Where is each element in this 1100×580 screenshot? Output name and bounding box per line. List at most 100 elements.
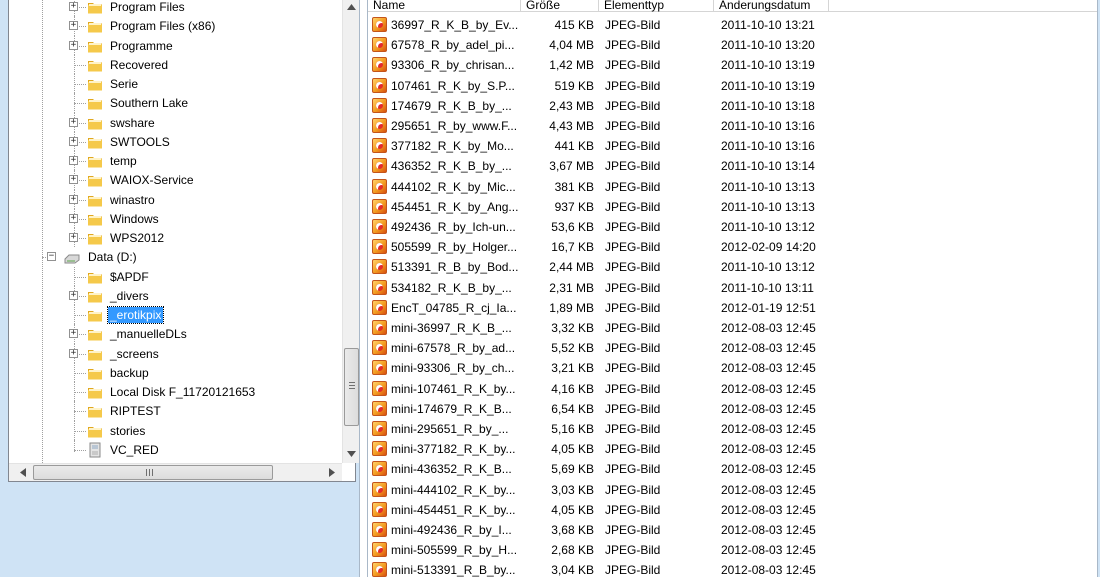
file-size: 415 KB (554, 18, 594, 32)
file-row[interactable]: 93306_R_by_chrisan... 1,42 MB JPEG-Bild 201… (368, 55, 1100, 75)
file-date: 2011-10-10 13:16 (721, 119, 815, 133)
file-date: 2012-08-03 12:45 (721, 361, 816, 376)
jpeg-file-icon (372, 158, 387, 174)
collapse-icon[interactable]: − (47, 252, 56, 262)
tree-item-label[interactable]: Programme (108, 38, 175, 54)
tree-vertical-scroll-thumb[interactable] (344, 348, 359, 426)
folder-tree: + Program Files + Program Files (x86) + Progr… (8, 0, 359, 482)
tree-item-label[interactable]: WPS2012 (108, 230, 166, 246)
file-row[interactable]: mini-513391_R_B_by... 3,04 KB JPEG-Bild 201… (368, 560, 1100, 580)
file-row[interactable]: mini-36997_R_K_B_... 3,32 KB JPEG-Bild 2012… (368, 318, 1100, 338)
expand-icon[interactable]: + (69, 348, 78, 358)
tree-item-label[interactable]: Program Files (108, 0, 187, 15)
jpeg-file-icon (372, 461, 387, 477)
file-type: JPEG-Bild (605, 442, 661, 457)
file-size: 3,68 KB (551, 523, 594, 537)
file-size: 16,7 KB (551, 240, 594, 255)
scroll-right-arrow-icon[interactable] (329, 468, 335, 477)
tree-item-label[interactable]: SWTOOLS (108, 134, 172, 150)
tree-item-label[interactable]: WAIOX-Service (108, 172, 196, 188)
expand-icon[interactable]: + (69, 156, 78, 165)
file-row[interactable]: 174679_R_K_B_by_... 2,43 MB JPEG-Bild 2011-… (368, 96, 1100, 116)
column-header-size[interactable]: Größe (521, 0, 599, 12)
file-row[interactable]: 36997_R_K_B_by_Ev... 415 KB JPEG-Bild 2011-… (368, 15, 1100, 35)
tree-item-label[interactable]: Local Disk F_11720121653 (108, 384, 257, 400)
tree-vertical-scrollbar[interactable] (342, 0, 359, 463)
file-row[interactable]: mini-107461_R_K_by... 4,16 KB JPEG-Bild 201… (368, 379, 1100, 399)
expand-icon[interactable]: + (69, 21, 78, 31)
file-size: 2,43 MB (549, 98, 594, 113)
file-row[interactable]: 454451_R_K_by_Ang... 937 KB JPEG-Bild 2011-… (368, 197, 1100, 217)
file-row[interactable]: 436352_R_K_B_by_... 3,67 MB JPEG-Bild 2011-… (368, 156, 1100, 176)
file-name: 93306_R_by_chrisan... (391, 58, 515, 73)
tree-horizontal-scrollbar[interactable] (9, 463, 342, 481)
expand-icon[interactable]: + (69, 213, 78, 223)
column-header-type[interactable]: Elementtyp (599, 0, 714, 12)
expand-icon[interactable]: + (69, 290, 78, 300)
file-row[interactable]: 67578_R_by_adel_pi... 4,04 MB JPEG-Bild 201… (368, 35, 1100, 55)
tree-item-label[interactable]: _screens (108, 346, 161, 362)
tree-horizontal-scroll-thumb[interactable] (33, 465, 273, 480)
scroll-left-arrow-icon[interactable] (20, 468, 26, 477)
file-row[interactable]: mini-295651_R_by_... 5,16 KB JPEG-Bild 2012… (368, 419, 1100, 439)
file-type: JPEG-Bild (605, 502, 661, 517)
scroll-down-arrow-icon[interactable] (347, 451, 356, 457)
file-row[interactable]: 295651_R_by_www.F... 4,43 MB JPEG-Bild 2011… (368, 116, 1100, 136)
tree-item-label[interactable]: RIPTEST (108, 403, 163, 419)
jpeg-file-icon (372, 219, 387, 234)
expand-icon[interactable]: + (69, 40, 78, 50)
jpeg-file-icon (372, 17, 387, 32)
file-row[interactable]: mini-444102_R_K_by... 3,03 KB JPEG-Bild 201… (368, 480, 1100, 500)
tree-item-label[interactable]: Serie (108, 76, 140, 92)
file-row[interactable]: mini-67578_R_by_ad... 5,52 KB JPEG-Bild 201… (368, 338, 1100, 358)
tree-item-label[interactable]: Recovered (108, 57, 170, 73)
file-row[interactable]: 107461_R_K_by_S.P... 519 KB JPEG-Bild 2011-… (368, 76, 1100, 96)
tree-item-label[interactable]: Windows (108, 211, 161, 227)
folder-icon (88, 214, 102, 226)
tree-item-label[interactable]: _manuelleDLs (108, 326, 189, 342)
jpeg-file-icon (372, 400, 387, 416)
tree-item-label[interactable]: temp (108, 153, 139, 169)
tree-item-label[interactable]: swshare (108, 115, 157, 131)
file-type: JPEG-Bild (605, 361, 661, 376)
expand-icon[interactable]: + (69, 2, 78, 11)
file-row[interactable]: mini-174679_R_K_B... 6,54 KB JPEG-Bild 2012… (368, 399, 1100, 419)
file-row[interactable]: mini-454451_R_K_by... 4,05 KB JPEG-Bild 201… (368, 500, 1100, 520)
file-size: 1,89 MB (549, 300, 594, 315)
column-header-name[interactable]: Name (368, 0, 521, 12)
tree-item-label[interactable]: Program Files (x86) (108, 18, 217, 34)
file-row[interactable]: 505599_R_by_Holger... 16,7 KB JPEG-Bild 201… (368, 237, 1100, 257)
expand-icon[interactable]: + (69, 175, 78, 185)
column-header-date[interactable]: Änderungsdatum (714, 0, 829, 12)
folder-icon (88, 291, 102, 303)
file-row[interactable]: mini-436352_R_K_B... 5,69 KB JPEG-Bild 2012… (368, 459, 1100, 479)
tree-item-label[interactable]: winastro (108, 192, 157, 208)
file-row[interactable]: EncT_04785_R_cj_Ia... 1,89 MB JPEG-Bild 201… (368, 298, 1100, 318)
file-type: JPEG-Bild (605, 260, 661, 275)
file-type: JPEG-Bild (605, 300, 661, 315)
tree-item-label[interactable]: backup (108, 365, 151, 381)
file-row[interactable]: 534182_R_K_B_by_... 2,31 MB JPEG-Bild 2011-… (368, 278, 1100, 298)
file-row[interactable]: mini-492436_R_by_I... 3,68 KB JPEG-Bild 201… (368, 520, 1100, 540)
scroll-up-arrow-icon[interactable] (347, 4, 356, 10)
file-row[interactable]: mini-93306_R_by_ch... 3,21 KB JPEG-Bild 201… (368, 358, 1100, 378)
file-row[interactable]: 513391_R_B_by_Bod... 2,44 MB JPEG-Bild 2011… (368, 257, 1100, 277)
expand-icon[interactable]: + (69, 233, 78, 242)
file-row[interactable]: 492436_R_by_Ich-un... 53,6 KB JPEG-Bild 201… (368, 217, 1100, 237)
tree-item-label[interactable]: $APDF (108, 269, 151, 285)
file-row[interactable]: 377182_R_K_by_Mo... 441 KB JPEG-Bild 2011-1… (368, 136, 1100, 156)
tree-item-label[interactable]: Data (D:) (86, 249, 139, 265)
file-row[interactable]: mini-505599_R_by_H... 2,68 KB JPEG-Bild 201… (368, 540, 1100, 560)
expand-icon[interactable]: + (69, 117, 78, 127)
tree-item-label[interactable]: VC_RED (108, 442, 161, 458)
tree-item-label[interactable]: stories (108, 423, 147, 439)
expand-icon[interactable]: + (69, 136, 78, 146)
file-row[interactable]: 444102_R_K_by_Mic... 381 KB JPEG-Bild 2011-… (368, 177, 1100, 197)
expand-icon[interactable]: + (69, 194, 78, 204)
file-row[interactable]: mini-377182_R_K_by... 4,05 KB JPEG-Bild 201… (368, 439, 1100, 459)
expand-icon[interactable]: + (69, 329, 78, 339)
tree-item-label[interactable]: _erotikpix (106, 306, 165, 324)
tree-item-label[interactable]: Southern Lake (108, 95, 190, 111)
tree-item-label[interactable]: _divers (108, 288, 151, 304)
file-type: JPEG-Bild (605, 321, 661, 335)
